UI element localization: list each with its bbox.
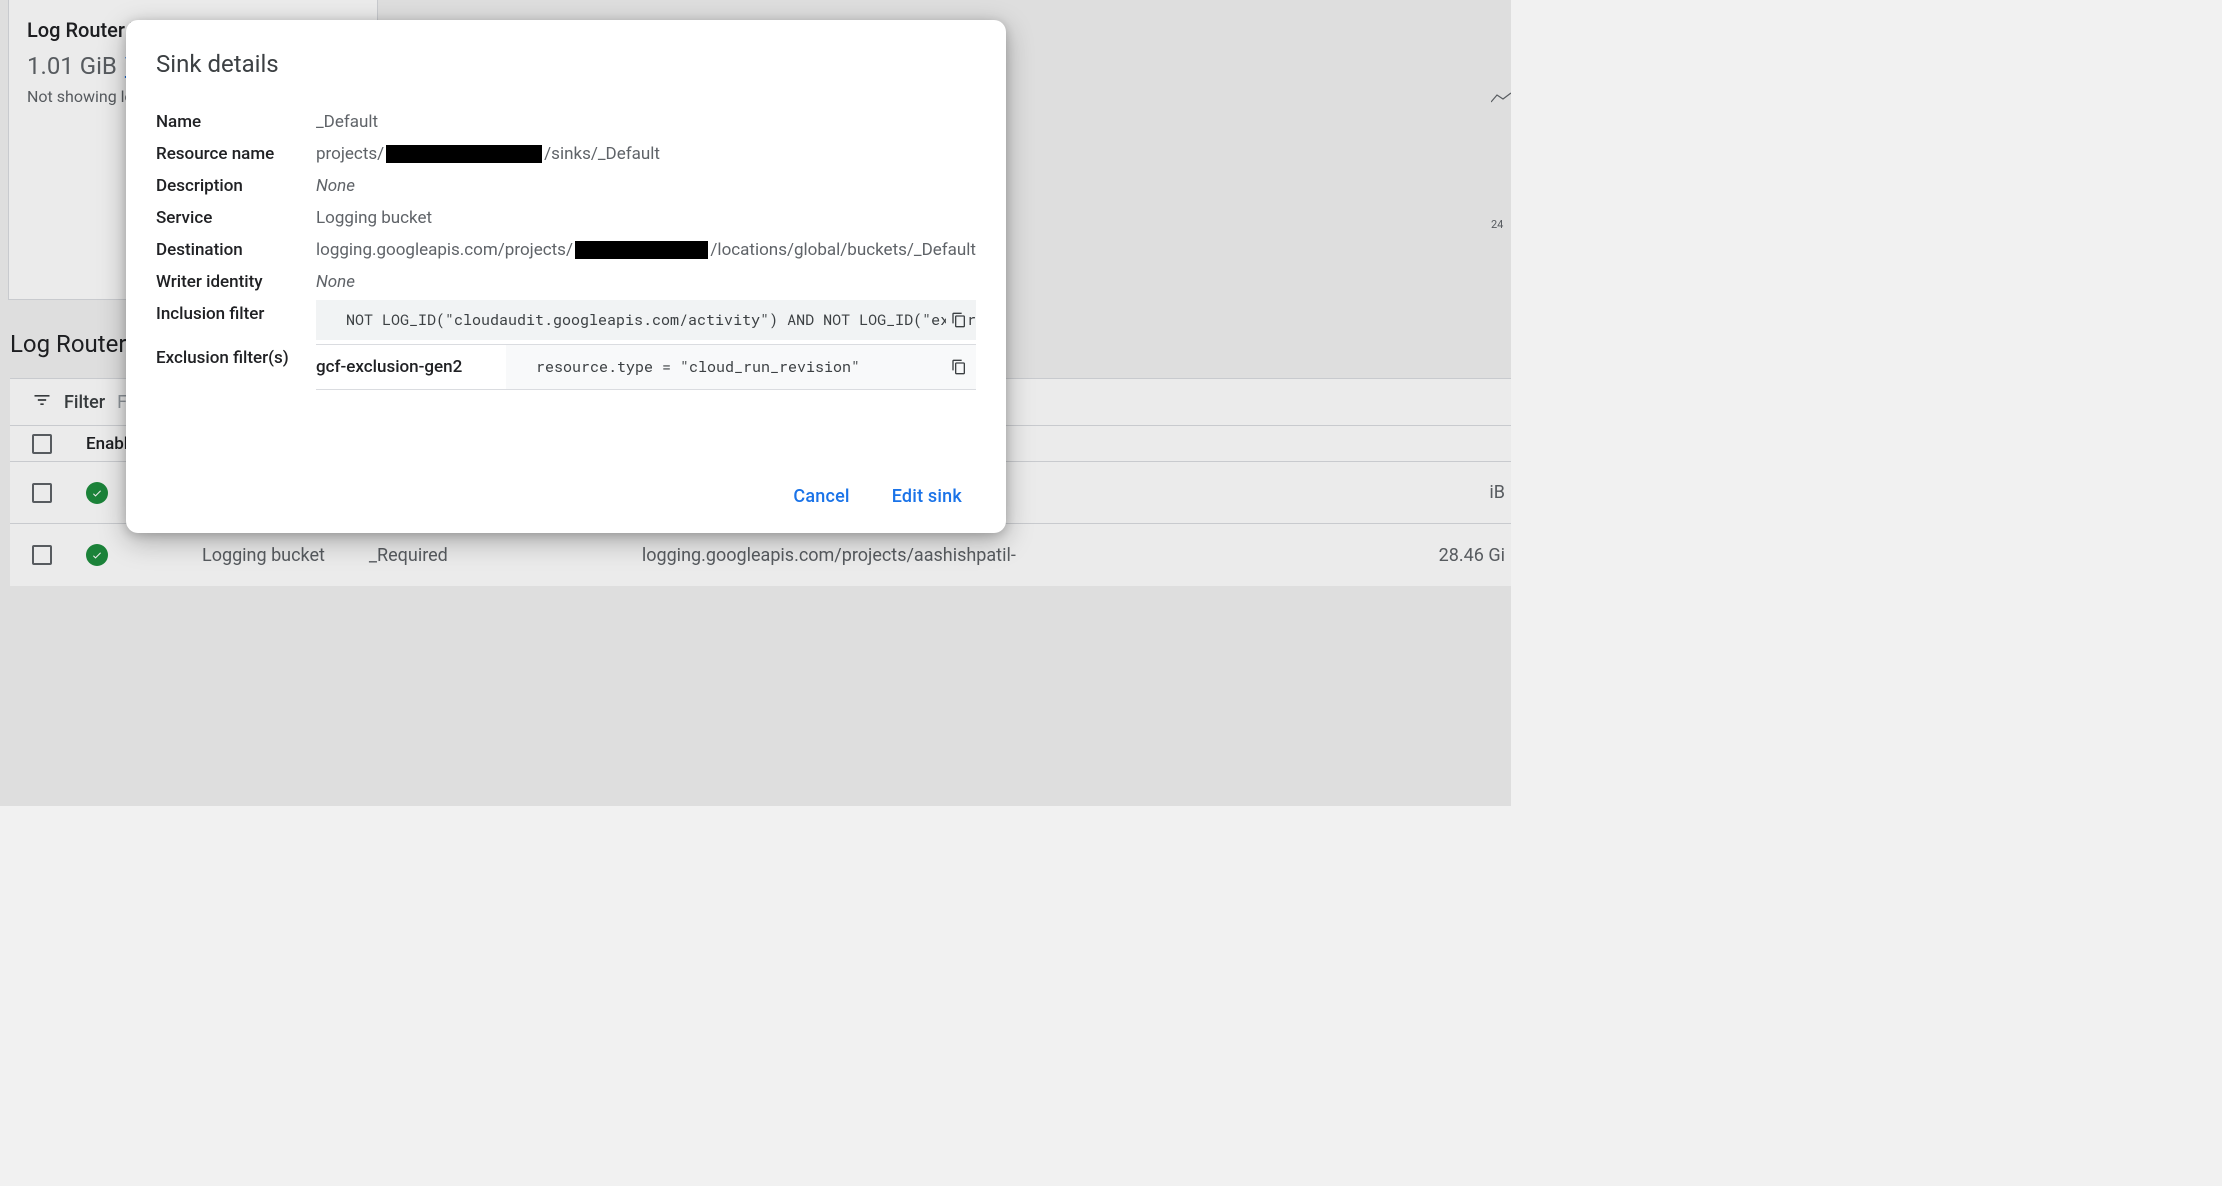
label-name: Name bbox=[156, 108, 316, 136]
label-service: Service bbox=[156, 204, 316, 232]
value-description: None bbox=[316, 172, 355, 200]
exclusion-filter-code: resource.type = "cloud_run_revision" bbox=[506, 345, 976, 389]
dialog-actions: Cancel Edit sink bbox=[156, 480, 976, 513]
value-resource: projects//sinks/_Default bbox=[316, 140, 660, 168]
label-exclusion: Exclusion filter(s) bbox=[156, 344, 316, 372]
sink-details-dialog: Sink details Name _Default Resource name… bbox=[126, 20, 1006, 533]
value-writer: None bbox=[316, 268, 355, 296]
label-writer: Writer identity bbox=[156, 268, 316, 296]
copy-icon[interactable] bbox=[946, 309, 968, 331]
value-service: Logging bucket bbox=[316, 204, 432, 232]
label-description: Description bbox=[156, 172, 316, 200]
dialog-title: Sink details bbox=[156, 50, 976, 78]
redacted-text bbox=[386, 145, 542, 163]
label-resource: Resource name bbox=[156, 140, 316, 168]
label-destination: Destination bbox=[156, 236, 316, 264]
inclusion-filter-code: NOT LOG_ID("cloudaudit.googleapis.com/ac… bbox=[316, 300, 976, 340]
redacted-text bbox=[575, 241, 708, 259]
cancel-button[interactable]: Cancel bbox=[789, 480, 853, 513]
edit-sink-button[interactable]: Edit sink bbox=[888, 480, 966, 513]
exclusion-name: gcf-exclusion-gen2 bbox=[316, 345, 506, 389]
copy-icon[interactable] bbox=[946, 356, 968, 378]
label-inclusion: Inclusion filter bbox=[156, 300, 316, 340]
exclusion-filter-row: gcf-exclusion-gen2 resource.type = "clou… bbox=[316, 344, 976, 390]
value-name: _Default bbox=[316, 108, 378, 136]
value-destination: logging.googleapis.com/projects//locatio… bbox=[316, 236, 976, 264]
